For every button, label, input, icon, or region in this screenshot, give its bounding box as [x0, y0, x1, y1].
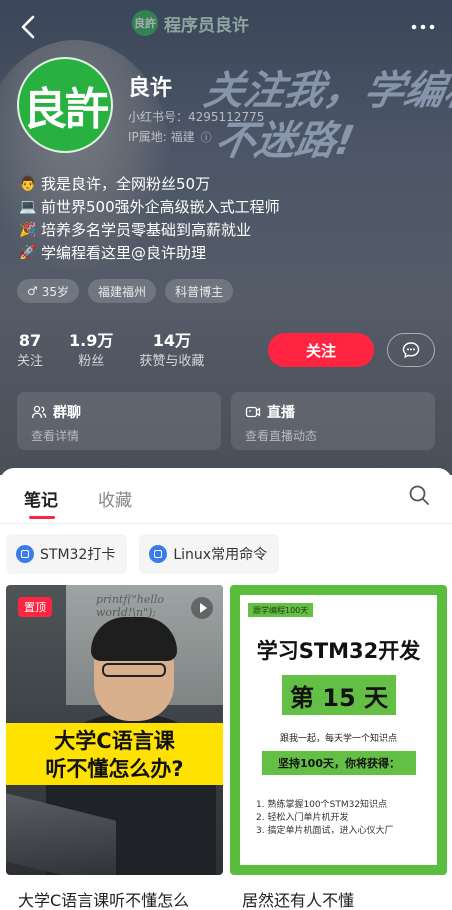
collection-icon [16, 545, 34, 563]
group-icon [31, 405, 47, 419]
bio-text: 培养多名学员零基础到高薪就业 [41, 220, 252, 239]
card-subtitle: 查看直播动态 [245, 429, 318, 443]
male-icon: ♂ [27, 284, 38, 298]
live-camera-icon [245, 406, 261, 418]
ip-label: IP属地: 福建 [128, 130, 195, 144]
poster-banner: 坚持100天，你将获得： [262, 751, 416, 775]
stat-label: 关注 [17, 354, 44, 369]
back-icon [21, 15, 35, 39]
note-title: 大学C语言课听不懂怎么 [18, 891, 190, 910]
red-id: 小红书号：4295112775 [128, 110, 265, 124]
brand-logo: 良許 [132, 10, 158, 36]
tab-collections[interactable]: 收藏 [98, 486, 132, 511]
top-bar: 良許 程序员良许 [0, 0, 452, 60]
tab-bar: 笔记 收藏 [0, 482, 452, 526]
note-card[interactable]: printf("hello world!\n"); 大学C语言课 听不懂怎么办?… [6, 585, 223, 910]
collection-icon [149, 545, 168, 563]
poster-list-item: 2. 轻松入门单片机开发 [256, 813, 349, 823]
stat-likes[interactable]: 14万获赞与收藏 [139, 331, 204, 373]
poster-list: 1. 熟练掌握100个STM32知识点 2. 轻松入门单片机开发 3. 搞定单片… [256, 799, 393, 838]
poster-day: 第 15 天 [282, 675, 396, 715]
avatar[interactable]: 良許 [17, 57, 113, 153]
live-card[interactable]: 直播 查看直播动态 [231, 392, 435, 450]
profile-header: 关注我，学编程， 不迷路! 良許 程序员良许 良許 良许 小红书号：429511… [0, 0, 452, 475]
bio-line: 🎉 培养多名学员零基础到高薪就业 [19, 218, 280, 241]
stat-number: 14万 [152, 331, 192, 350]
search-icon [409, 485, 429, 505]
person-hair [91, 617, 177, 661]
card-title-label: 群聊 [53, 405, 81, 421]
bio-text: 我是良许，全网粉丝50万 [41, 174, 211, 193]
feature-cards: 群聊 查看详情 直播 查看直播动态 [17, 392, 435, 450]
caption-line-1: 大学C语言课 [54, 729, 175, 753]
poster-headline: 学习STM32开发 [256, 639, 421, 663]
glasses [102, 663, 166, 677]
stats: 87 关注 1.9万粉丝 14万获赞与收藏 [17, 331, 204, 373]
bio-text: 前世界500强外企高级嵌入式工程师 [41, 197, 280, 216]
card-title: 直播 [245, 402, 421, 422]
stat-number: 1.9万 [69, 331, 114, 350]
note-thumbnail: 跟学编程100天 学习STM32开发 第 15 天 跟我一起，每天学一个知识点 … [230, 585, 447, 875]
more-options-button[interactable] [408, 14, 438, 44]
poster-subtitle: 跟我一起，每天学一个知识点 [279, 734, 397, 744]
top-brand: 良許 程序员良许 [132, 10, 249, 36]
stat-following[interactable]: 87 关注 [17, 331, 43, 373]
card-title-label: 直播 [267, 405, 295, 421]
person-laptop-emoji-icon: 👨 [19, 175, 37, 192]
note-thumbnail: printf("hello world!\n"); 大学C语言课 听不懂怎么办?… [6, 585, 223, 875]
bio-line: 💻 前世界500强外企高级嵌入式工程师 [19, 195, 280, 218]
info-icon[interactable]: ⓘ [201, 129, 212, 145]
pinned-badge: 置顶 [18, 597, 52, 617]
rocket-emoji-icon: 🚀 [19, 244, 37, 261]
nickname: 良许 [128, 76, 173, 101]
party-emoji-icon: 🎉 [19, 221, 37, 238]
ip-location: IP属地: 福建 ⓘ [128, 128, 212, 145]
tag-label: 35岁 [41, 284, 70, 299]
bio-line: 👨 我是良许，全网粉丝50万 [19, 172, 280, 195]
content-sheet: 笔记 收藏 STM32打卡 Linux常用命令 printf("hello wo… [0, 468, 452, 910]
stat-label: 获赞与收藏 [139, 354, 205, 369]
chip-stm32[interactable]: STM32打卡 [6, 534, 128, 574]
chip-linux[interactable]: Linux常用命令 [139, 534, 280, 574]
chat-bubble-icon [402, 342, 420, 359]
divider [0, 523, 452, 524]
thumbnail-poster: 跟学编程100天 学习STM32开发 第 15 天 跟我一起，每天学一个知识点 … [240, 595, 437, 865]
tag-location: 福建福州 [88, 279, 157, 303]
collection-chips: STM32打卡 Linux常用命令 [6, 534, 280, 574]
profile-tags: ♂ 35岁 福建福州 科普博主 [17, 279, 234, 303]
stat-label: 粉丝 [78, 354, 105, 369]
chip-label: Linux常用命令 [173, 547, 268, 563]
bio: 👨 我是良许，全网粉丝50万 💻 前世界500强外企高级嵌入式工程师 🎉 培养多名学员… [19, 172, 280, 264]
follow-button[interactable]: 关注 [268, 333, 374, 367]
stat-number: 87 [18, 331, 42, 350]
tag-age: ♂ 35岁 [17, 279, 80, 303]
poster-list-item: 3. 搞定单片机面试，进入心仪大厂 [256, 826, 394, 836]
thumbnail-caption: 大学C语言课 听不懂怎么办? [6, 723, 223, 785]
laptop-emoji-icon: 💻 [19, 198, 37, 215]
note-title: 居然还有人不懂 [242, 891, 355, 910]
tab-notes[interactable]: 笔记 [24, 486, 58, 511]
play-icon [191, 597, 213, 619]
search-button[interactable] [408, 484, 434, 510]
stat-followers[interactable]: 1.9万粉丝 [69, 331, 113, 373]
group-chat-card[interactable]: 群聊 查看详情 [17, 392, 221, 450]
back-button[interactable] [14, 12, 44, 42]
series-label: 跟学编程100天 [248, 603, 314, 617]
card-title: 群聊 [31, 402, 207, 422]
brand-name: 程序员良许 [164, 15, 249, 36]
notes-grid: printf("hello world!\n"); 大学C语言课 听不懂怎么办?… [6, 585, 447, 910]
caption-line-2: 听不懂怎么办? [45, 757, 184, 781]
card-subtitle: 查看详情 [31, 429, 80, 443]
message-button[interactable] [387, 333, 435, 367]
tag-category: 科普博主 [165, 279, 234, 303]
active-tab-indicator [29, 516, 55, 519]
bio-line: 🚀 学编程看这里@良许助理 [19, 241, 280, 264]
poster-list-item: 1. 熟练掌握100个STM32知识点 [256, 800, 388, 810]
bio-text: 学编程看这里@良许助理 [41, 243, 207, 262]
more-icon [411, 24, 435, 30]
note-card[interactable]: 跟学编程100天 学习STM32开发 第 15 天 跟我一起，每天学一个知识点 … [230, 585, 447, 910]
chip-label: STM32打卡 [40, 547, 116, 563]
